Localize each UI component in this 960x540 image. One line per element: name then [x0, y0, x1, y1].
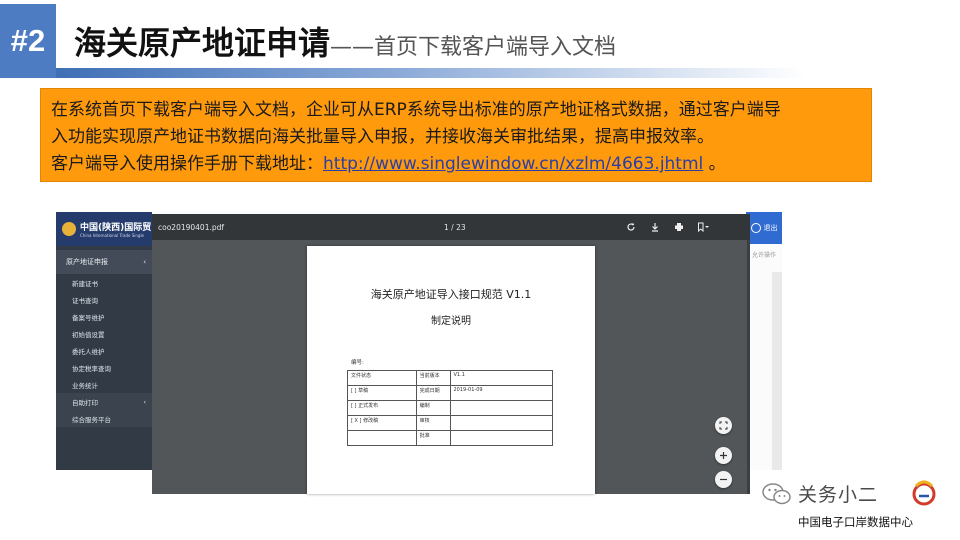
sidebar-brand: 中国(陕西)国际贸 China International Trade Sing… — [56, 212, 152, 246]
author-value — [449, 400, 553, 416]
sidebar-section-coo[interactable]: 原产地证申报 ‹ — [56, 250, 152, 274]
finish-date-value: 2019-01-09 — [449, 385, 553, 401]
sidebar-item-tariff[interactable]: 协定税率查询 — [56, 359, 152, 376]
info-line-2: 入功能实现原产地证书数据向海关批量导入申报，并接收海关审批结果，提高申报效率。 — [51, 127, 714, 147]
approver-value — [449, 430, 553, 446]
chevron-left-icon: ‹ — [143, 397, 146, 406]
power-icon — [750, 223, 761, 233]
logout-button[interactable]: 退出 — [746, 212, 782, 244]
doc-code-label: 编号: — [351, 360, 364, 366]
bookmark-icon[interactable] — [695, 219, 710, 234]
doc-subtitle: 制定说明 — [431, 316, 471, 327]
status-empty — [347, 430, 417, 446]
column-header-operation: 允许操作 — [752, 252, 777, 259]
sidebar-item-new[interactable]: 新建证书 — [56, 274, 152, 291]
sidebar-item-label: 自助打印 — [72, 398, 98, 407]
chevron-left-icon: ‹ — [143, 258, 146, 266]
page-scrollbar[interactable] — [772, 272, 782, 470]
info-line-3-prefix: 客户端导入使用操作手册下载地址： — [51, 154, 323, 174]
sidebar-item-label: 业务统计 — [72, 381, 98, 390]
sidebar-item-stats[interactable]: 业务统计 — [56, 376, 152, 393]
sidebar-item-label: 新建证书 — [72, 279, 98, 288]
pdf-page: 海关原产地证导入接口规范 V1.1 制定说明 编号: 文件状态 当前版本 V1.… — [307, 246, 595, 494]
manual-download-link[interactable]: http://www.singlewindow.cn/xzlm/4663.jht… — [323, 154, 703, 174]
finish-date-label: 完成日期 — [415, 385, 451, 401]
sidebar-item-selfprint[interactable]: 自助打印 ‹ — [56, 393, 152, 410]
sidebar-item-label: 协定税率查询 — [72, 364, 111, 373]
sidebar-item-client[interactable]: 委托人维护 — [56, 342, 152, 359]
info-box: 在系统首页下载客户端导入文档，企业可从ERP系统导出标准的原产地证格式数据，通过… — [40, 88, 872, 182]
download-icon[interactable] — [647, 219, 662, 234]
brand-title: 中国(陕西)国际贸 — [80, 223, 152, 233]
status-label: 文件状态 — [347, 370, 417, 386]
brand-subtitle: China International Trade Single — [80, 233, 145, 238]
zoom-out-icon[interactable] — [715, 471, 732, 488]
sidebar-section-label: 原产地证申报 — [66, 258, 108, 266]
customs-logo-icon — [912, 480, 936, 506]
brand-logo-icon — [62, 222, 76, 236]
zoom-in-icon[interactable] — [715, 447, 732, 464]
reviewer-value — [449, 415, 553, 431]
approver-label: 批准 — [415, 430, 451, 446]
sidebar-item-label: 综合服务平台 — [72, 415, 111, 424]
wechat-icon — [762, 482, 791, 504]
slide-title: 海关原产地证申请——首页下载客户端导入文档 — [74, 18, 616, 64]
pdf-viewer: coo20190401.pdf 1 / 23 海关原产地证导入接口规范 V1.1 — [152, 214, 750, 494]
current-version-label: 当前版本 — [415, 370, 451, 386]
sidebar: 中国(陕西)国际贸 China International Trade Sing… — [56, 212, 152, 470]
watermark-org: 中国电子口岸数据中心 — [798, 515, 913, 529]
sidebar-item-platform[interactable]: 综合服务平台 — [56, 410, 152, 427]
slide-title-sub: ——首页下载客户端导入文档 — [330, 35, 617, 60]
slide-title-main: 海关原产地证申请 — [74, 24, 331, 62]
watermark-name: 关务小二 — [798, 484, 879, 506]
watermark-row: 关务小二 — [762, 480, 878, 507]
reviewer-label: 审核 — [415, 415, 451, 431]
status-revising: [ X ] 修改稿 — [347, 415, 417, 431]
sidebar-item-record[interactable]: 备案号维护 — [56, 308, 152, 325]
doc-title: 海关原产地证导入接口规范 V1.1 — [370, 288, 532, 301]
print-icon[interactable] — [671, 219, 686, 234]
status-released: [ ] 正式发布 — [347, 400, 417, 416]
sidebar-item-label: 委托人维护 — [72, 347, 105, 356]
sidebar-item-query[interactable]: 证书查询 — [56, 291, 152, 308]
logout-label: 退出 — [763, 224, 778, 232]
pdf-page-indicator: 1 / 23 — [444, 223, 466, 232]
author-label: 编制 — [415, 400, 451, 416]
info-line-3: 客户端导入使用操作手册下载地址：http://www.singlewindow.… — [51, 151, 861, 178]
pdf-scrollbar[interactable] — [747, 240, 750, 494]
app-screenshot: 中国(陕西)国际贸 China International Trade Sing… — [56, 212, 782, 494]
rotate-icon[interactable] — [623, 219, 638, 234]
sidebar-item-label: 初始值设置 — [72, 330, 105, 339]
info-line-3-suffix: 。 — [703, 154, 726, 174]
watermark: 关务小二 中国电子口岸数据中心 — [762, 478, 958, 538]
status-draft: [ ] 草稿 — [347, 385, 417, 401]
slide-number: #2 — [0, 4, 56, 78]
doc-meta-table: 文件状态 当前版本 V1.1 [ ] 草稿 完成日期 2019-01-09 [ … — [347, 370, 553, 446]
pdf-tools — [623, 219, 710, 234]
sidebar-item-label: 备案号维护 — [72, 313, 105, 322]
pdf-toolbar: coo20190401.pdf 1 / 23 — [152, 214, 750, 240]
sidebar-item-label: 证书查询 — [72, 296, 98, 305]
pdf-filename: coo20190401.pdf — [158, 223, 225, 232]
info-line-1: 在系统首页下载客户端导入文档，企业可从ERP系统导出标准的原产地证格式数据，通过… — [51, 100, 781, 120]
header-divider — [56, 68, 806, 78]
sidebar-item-defaults[interactable]: 初始值设置 — [56, 325, 152, 342]
fit-page-icon[interactable] — [715, 417, 732, 434]
current-version-value: V1.1 — [449, 370, 553, 386]
